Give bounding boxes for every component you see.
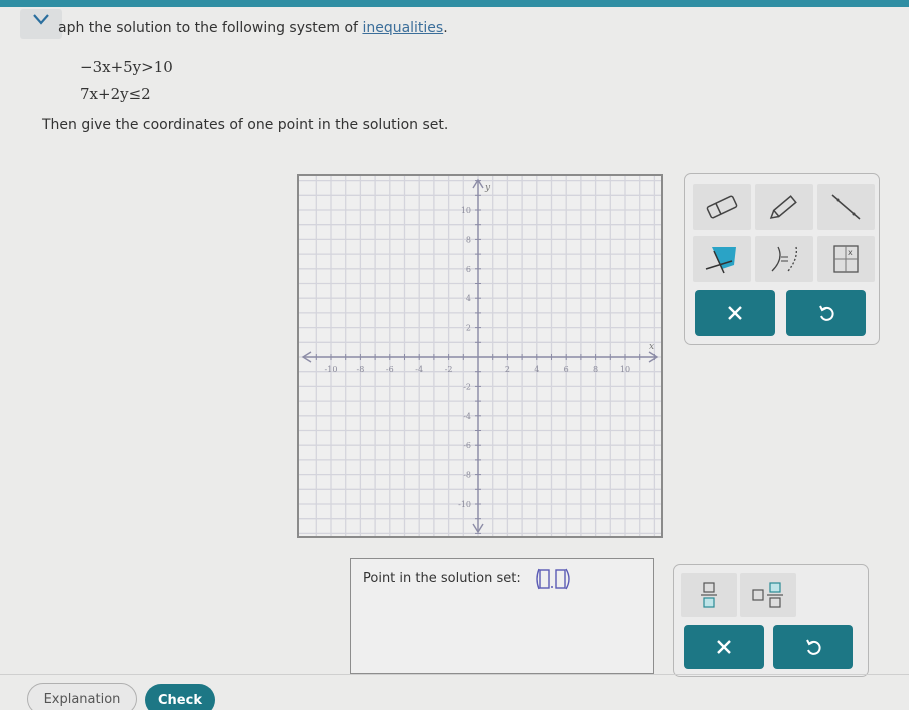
y-tick-label: -8 [463, 471, 471, 480]
x-tick-label: -10 [325, 365, 338, 374]
fraction-icon [701, 582, 717, 608]
x-tick-label: -4 [415, 365, 423, 374]
shade-region-icon [705, 247, 736, 274]
x-tick-label: -6 [386, 365, 394, 374]
undo-graph-button[interactable] [786, 290, 866, 336]
close-icon [717, 640, 731, 654]
fraction-button[interactable] [681, 573, 737, 617]
clear-graph-button[interactable] [695, 290, 775, 336]
y-tick-label: 4 [466, 294, 471, 303]
inequalities-link[interactable]: inequalities [362, 20, 443, 36]
y-tick-label: 6 [466, 265, 471, 274]
solid-dashed-toggle-tool[interactable] [755, 236, 813, 282]
instruction-text: Then give the coordinates of one point i… [42, 117, 449, 133]
clear-answer-button[interactable] [684, 625, 764, 669]
undo-icon [819, 305, 834, 321]
eraser-tool[interactable] [693, 184, 751, 230]
inequality-1: −3x+5y>10 [80, 58, 173, 76]
answer-panel: Point in the solution set: [350, 558, 654, 674]
mixed-number-button[interactable] [740, 573, 796, 617]
footer-divider [0, 674, 909, 675]
chevron-down-icon [33, 14, 49, 25]
x-axis-label: x [649, 342, 654, 352]
x-tick-label: 4 [534, 365, 539, 374]
pencil-tool[interactable] [755, 184, 813, 230]
prompt-text: aph the solution to the following system… [58, 20, 363, 36]
explanation-button[interactable]: Explanation [27, 683, 137, 710]
shade-region-tool[interactable] [693, 236, 751, 282]
line-icon [831, 194, 861, 220]
plot-point-icon: x [833, 245, 859, 273]
check-button[interactable]: Check [145, 684, 215, 710]
prompt-period: . [443, 20, 448, 36]
eraser-icon [706, 195, 738, 219]
y-tick-label: -4 [463, 412, 471, 421]
inequality-2: 7x+2y≤2 [80, 85, 151, 103]
x-tick-label: 10 [620, 365, 630, 374]
undo-answer-button[interactable] [773, 625, 853, 669]
close-icon [728, 306, 742, 320]
y-coordinate-input[interactable] [555, 569, 566, 589]
y-tick-label: 8 [466, 235, 471, 244]
coordinate-plane[interactable]: -10 -8 -6 -4 -2 2 4 6 8 10 10 8 6 4 2 -2 -4 -6 -8 -10 x y [299, 176, 661, 536]
math-keypad [673, 564, 869, 677]
collapse-button[interactable] [20, 9, 62, 39]
undo-icon [806, 639, 821, 655]
graph-area[interactable]: -10 -8 -6 -4 -2 2 4 6 8 10 10 8 6 4 2 -2 -4 -6 -8 -10 x y [297, 174, 663, 538]
x-tick-label: 8 [593, 365, 598, 374]
graph-toolbox: x [684, 173, 880, 345]
y-tick-label: -2 [463, 382, 471, 391]
plot-point-tool[interactable]: x [817, 236, 875, 282]
question-prompt: aph the solution to the following system… [58, 20, 448, 36]
y-tick-label: -6 [463, 441, 471, 450]
x-coordinate-input[interactable] [539, 569, 550, 589]
line-tool[interactable] [817, 184, 875, 230]
x-tick-label: 6 [564, 365, 569, 374]
x-tick-label: -8 [357, 365, 365, 374]
mixed-number-icon [752, 582, 783, 608]
y-tick-label: 2 [466, 324, 471, 333]
x-tick-label: 2 [505, 365, 510, 374]
y-axis-label: y [484, 183, 491, 193]
pencil-icon [769, 195, 797, 219]
solid-dashed-toggle-icon [771, 246, 797, 272]
top-accent-bar [0, 0, 909, 7]
ordered-pair-input[interactable] [534, 567, 576, 591]
x-tick-label: -2 [445, 365, 453, 374]
answer-label: Point in the solution set: [363, 571, 521, 586]
svg-text:x: x [848, 248, 853, 257]
y-tick-label: 10 [461, 206, 471, 215]
y-tick-label: -10 [458, 500, 471, 509]
